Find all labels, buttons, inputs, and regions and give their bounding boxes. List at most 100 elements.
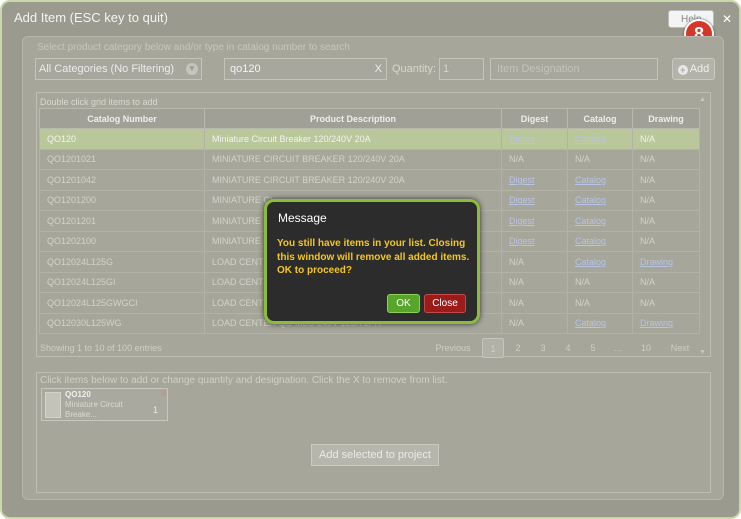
cell-catalog[interactable]: Catalog <box>567 210 633 232</box>
cell-catalog-number-text: QO12030L125WG <box>47 318 122 329</box>
cell-drawing-text: N/A <box>640 154 656 165</box>
cell-catalog-number: QO1201021 <box>39 148 205 170</box>
cell-drawing: N/A <box>632 169 700 191</box>
grid-header-row: Catalog Number Product Description Diges… <box>39 108 700 129</box>
pager-previous[interactable]: Previous <box>430 338 476 358</box>
chevron-down-icon: ▼ <box>186 63 198 75</box>
cell-digest-text: N/A <box>509 318 525 329</box>
cell-catalog[interactable]: Catalog <box>567 169 633 191</box>
cell-drawing-text: N/A <box>640 215 656 226</box>
cell-digest[interactable]: Digest <box>501 210 568 232</box>
product-thumbnail <box>45 392 61 418</box>
cell-catalog-link[interactable]: Catalog <box>575 195 606 205</box>
col-header-digest[interactable]: Digest <box>501 108 568 129</box>
cell-digest-link[interactable]: Digest <box>509 175 535 185</box>
message-modal: Message You still have items in your lis… <box>264 199 480 324</box>
pager-page-2[interactable]: 2 <box>507 338 529 358</box>
cell-digest[interactable]: Digest <box>501 230 568 252</box>
table-row[interactable]: QO1201042 MINIATURE CIRCUIT BREAKER 120/2… <box>39 169 700 191</box>
pager-ellipsis: … <box>613 343 623 353</box>
cell-digest: N/A <box>501 148 568 170</box>
cell-description-text: Miniature Circuit Breaker 120/240V 20A <box>212 133 371 144</box>
col-header-description[interactable]: Product Description <box>204 108 502 129</box>
cell-catalog[interactable]: Catalog <box>567 312 633 334</box>
add-to-project-button[interactable]: Add selected to project <box>311 444 439 466</box>
designation-input[interactable]: Item Designation <box>490 58 658 80</box>
cell-digest: N/A <box>501 251 568 273</box>
dialog-title: Add Item (ESC key to quit) <box>14 10 168 25</box>
list-item[interactable]: QO120 Miniature Circuit Breake... 1 X <box>41 388 168 421</box>
cell-digest-link[interactable]: Digest <box>509 216 535 226</box>
cell-drawing-text: N/A <box>640 277 656 288</box>
modal-close-button[interactable]: Close <box>424 294 466 313</box>
cell-catalog-number-text: QO1201201 <box>47 215 97 226</box>
pager-page-10[interactable]: 10 <box>634 338 658 358</box>
cell-catalog-number: QO1201200 <box>39 189 205 211</box>
pager-next[interactable]: Next <box>664 338 696 358</box>
ok-button[interactable]: OK <box>387 294 420 313</box>
pager-page-4[interactable]: 4 <box>557 338 579 358</box>
cell-drawing[interactable]: Drawing <box>632 312 700 334</box>
remove-item-icon[interactable]: X <box>161 389 166 398</box>
cell-catalog[interactable]: Catalog <box>567 251 633 273</box>
cell-catalog-number-text: QO12024L125GI <box>47 277 116 288</box>
cell-catalog-link[interactable]: Catalog <box>575 257 606 267</box>
cell-catalog-text: N/A <box>575 297 591 308</box>
cell-catalog: N/A <box>567 292 633 314</box>
close-icon[interactable]: ✕ <box>719 11 735 27</box>
cell-drawing: N/A <box>632 210 700 232</box>
cell-digest-link[interactable]: Digest <box>509 195 535 205</box>
category-select[interactable]: All Categories (No Filtering) ▼ <box>35 58 202 80</box>
cell-drawing: N/A <box>632 230 700 252</box>
cell-catalog-number: QO1201201 <box>39 210 205 232</box>
cell-catalog-link[interactable]: Catalog <box>575 216 606 226</box>
cell-drawing: N/A <box>632 189 700 211</box>
cell-digest-link[interactable]: Digest <box>509 236 535 246</box>
col-header-catalog[interactable]: Catalog <box>567 108 633 129</box>
list-hint: Click items below to add or change quant… <box>40 375 448 386</box>
list-item-part-number: QO120 <box>65 390 91 399</box>
cell-catalog-number-text: QO12024L125G <box>47 256 114 267</box>
col-header-catalog-number[interactable]: Catalog Number <box>39 108 205 129</box>
cell-catalog-link[interactable]: Catalog <box>575 236 606 246</box>
catalog-search-value: qo120 <box>230 63 261 75</box>
cell-catalog-number: QO1201042 <box>39 169 205 191</box>
cell-catalog[interactable]: Catalog <box>567 230 633 252</box>
cell-catalog-number: QO12024L125G <box>39 251 205 273</box>
cell-drawing[interactable]: Drawing <box>632 251 700 273</box>
cell-catalog-number: QO120 <box>39 128 205 150</box>
cell-drawing-link[interactable]: Drawing <box>640 257 673 267</box>
cell-digest-link[interactable]: Digest <box>509 134 535 144</box>
cell-catalog-link[interactable]: Catalog <box>575 318 606 328</box>
cell-catalog-link[interactable]: Catalog <box>575 175 606 185</box>
pager-page-1[interactable]: 1 <box>482 338 504 358</box>
table-row[interactable]: QO1201021 MINIATURE CIRCUIT BREAKER 120/2… <box>39 148 700 170</box>
cell-digest: N/A <box>501 292 568 314</box>
cell-drawing-text: N/A <box>640 195 656 206</box>
list-item-desc-line1: Miniature Circuit <box>65 400 123 409</box>
clear-search-icon[interactable]: X <box>375 59 382 79</box>
cell-catalog[interactable]: Catalog <box>567 189 633 211</box>
cell-description: MINIATURE CIRCUIT BREAKER 120/240V 20A <box>204 148 502 170</box>
grid-hint: Double click grid items to add <box>40 97 158 107</box>
modal-message: You still have items in your list. Closi… <box>277 238 470 276</box>
cell-digest[interactable]: Digest <box>501 189 568 211</box>
cell-digest[interactable]: Digest <box>501 169 568 191</box>
cell-catalog-link[interactable]: Catalog <box>575 134 606 144</box>
cell-digest[interactable]: Digest <box>501 128 568 150</box>
add-button[interactable]: + Add <box>672 58 715 80</box>
list-item-quantity: 1 <box>153 405 159 415</box>
cell-catalog-text: N/A <box>575 277 591 288</box>
col-header-drawing[interactable]: Drawing <box>632 108 700 129</box>
quantity-input[interactable]: 1 <box>439 58 484 80</box>
cell-drawing-text: N/A <box>640 174 656 185</box>
scroll-up-icon[interactable]: ▲ <box>699 96 706 103</box>
scroll-down-icon[interactable]: ▼ <box>699 349 706 356</box>
cell-drawing-link[interactable]: Drawing <box>640 318 673 328</box>
catalog-search-input[interactable]: qo120 X <box>224 58 387 80</box>
pager-page-5[interactable]: 5 <box>582 338 604 358</box>
pager-page-3[interactable]: 3 <box>532 338 554 358</box>
cell-catalog[interactable]: Catalog <box>567 128 633 150</box>
table-row[interactable]: QO120 Miniature Circuit Breaker 120/240V … <box>39 128 700 150</box>
cell-catalog: N/A <box>567 271 633 293</box>
